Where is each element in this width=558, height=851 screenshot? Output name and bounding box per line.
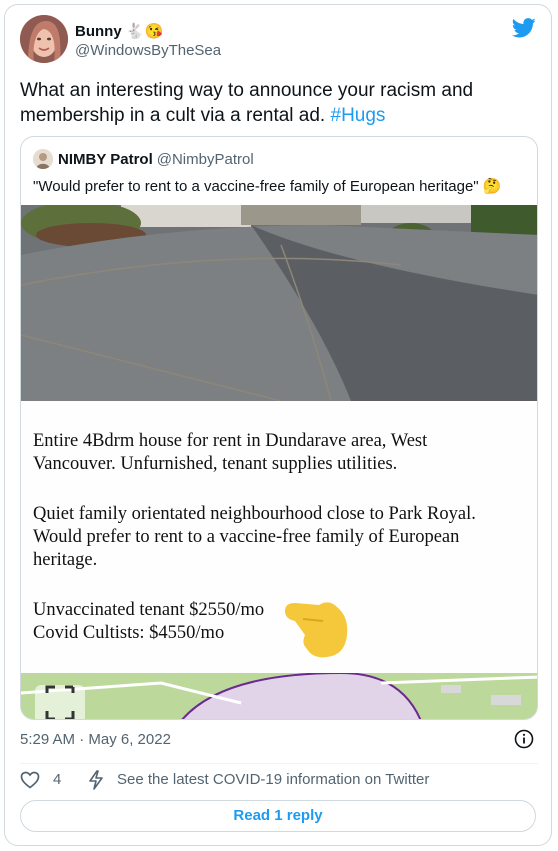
quoted-author-handle[interactable]: @NimbyPatrol — [157, 151, 254, 168]
area-map — [21, 673, 537, 719]
ad-line-7: Covid Cultists: $4550/mo — [33, 623, 225, 643]
ad-line-6: Unvaccinated tenant $2550/mo — [33, 600, 265, 620]
quoted-author-avatar[interactable] — [33, 149, 53, 169]
tweet-timestamp[interactable]: 5:29 AM · May 6, 2022 — [20, 731, 171, 748]
ad-line-4: Would prefer to rent to a vaccine-free f… — [33, 527, 460, 547]
twitter-bird-icon[interactable] — [511, 18, 536, 43]
quoted-author[interactable]: NIMBY Patrol @NimbyPatrol — [58, 151, 254, 168]
hashtag-link[interactable]: #Hugs — [331, 105, 386, 126]
heart-icon[interactable] — [20, 771, 40, 793]
quoted-tweet[interactable]: NIMBY Patrol @NimbyPatrol "Would prefer t… — [20, 136, 538, 720]
quoted-text: "Would prefer to rent to a vaccine-free … — [33, 178, 502, 195]
author-handle[interactable]: @WindowsByTheSea — [75, 42, 221, 59]
tweet-text: What an interesting way to announce your… — [20, 78, 530, 128]
tweet-body: What an interesting way to announce your… — [20, 80, 474, 126]
author-avatar[interactable] — [20, 15, 68, 63]
ad-line-1: Entire 4Bdrm house for rent in Dundarave… — [33, 431, 428, 451]
covid-info-link[interactable]: See the latest COVID-19 information on T… — [117, 771, 429, 788]
lightning-icon[interactable] — [88, 770, 104, 794]
rental-ad-text: Entire 4Bdrm house for rent in Dundarave… — [21, 401, 537, 673]
read-replies-button[interactable]: Read 1 reply — [20, 800, 536, 832]
ad-line-5: heritage. — [33, 550, 98, 570]
divider — [20, 763, 538, 764]
ad-line-2: Vancouver. Unfurnished, tenant supplies … — [33, 454, 398, 474]
like-count[interactable]: 4 — [53, 771, 61, 788]
quoted-author-name[interactable]: NIMBY Patrol — [58, 151, 153, 168]
driveway-photo — [21, 205, 537, 401]
quoted-image[interactable]: Entire 4Bdrm house for rent in Dundarave… — [21, 205, 537, 719]
pointing-hand-emoji — [285, 602, 348, 658]
expand-icon[interactable] — [35, 685, 85, 719]
author-name[interactable]: Bunny 🐇😘 — [75, 22, 163, 40]
info-icon[interactable] — [514, 729, 534, 754]
ad-line-3: Quiet family orientated neighbourhood cl… — [33, 504, 476, 524]
